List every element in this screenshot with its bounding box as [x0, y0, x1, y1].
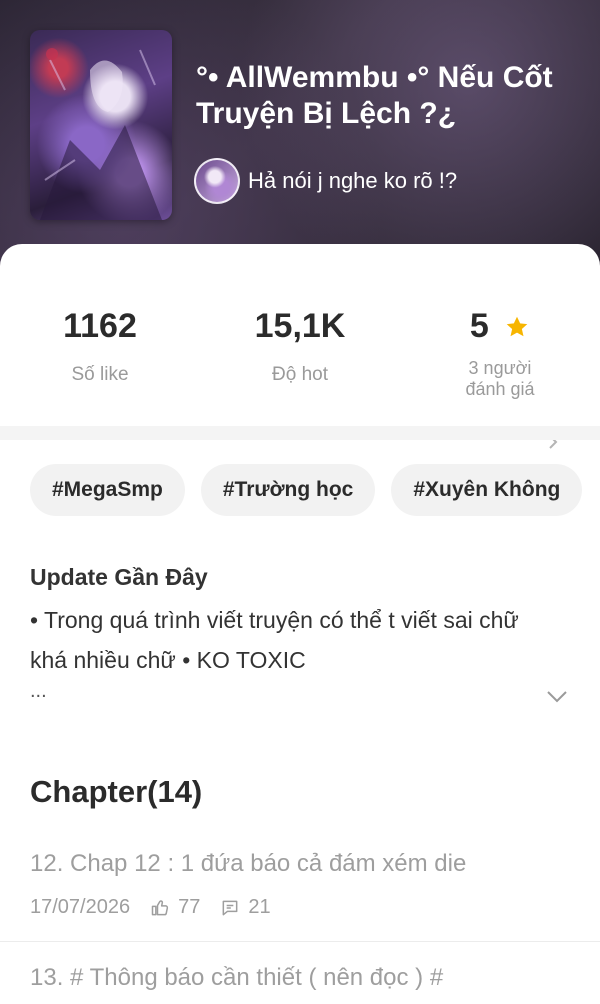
update-body: • Trong quá trình viết truyện có thể t v… [30, 607, 519, 673]
tag-list: #MegaSmp #Trường học #Xuyên Không [30, 464, 583, 516]
chapter-item[interactable]: 12. Chap 12 : 1 đứa báo cả đám xém die 1… [30, 850, 590, 919]
chapter-meta: 17/07/2026 77 21 [30, 896, 590, 919]
likes-label: Số like [71, 364, 129, 385]
stat-likes: 1162 Số like [0, 304, 200, 386]
chapter-list-heading: Chapter(14) [30, 774, 203, 809]
likes-count: 1162 [63, 307, 137, 345]
hot-count: 15,1K [254, 307, 346, 345]
story-header: °• AllWemmbu •° Nếu Cốt Truyện Bị Lệch ?… [0, 0, 600, 270]
chapter-title: 12. Chap 12 : 1 đứa báo cả đám xém die [30, 850, 467, 877]
tag-chip[interactable]: #Xuyên Không [391, 464, 583, 516]
comment-icon [222, 900, 238, 915]
author-link[interactable]: Hả nói j nghe ko rõ !? [194, 158, 457, 204]
update-heading: Update Gần Đây [30, 564, 208, 590]
rating-label-line1: 3 người [468, 358, 532, 378]
section-divider [0, 426, 600, 440]
story-cover-image [30, 30, 172, 220]
thumbs-up-icon [151, 899, 169, 915]
tag-chip[interactable]: #MegaSmp [30, 464, 185, 516]
rating-value: 5 [469, 307, 489, 345]
stat-hot: 15,1K Độ hot [200, 304, 400, 386]
tag-chip[interactable]: #Trường học [200, 464, 376, 516]
chapter-item[interactable]: 13. # Thông báo cần thiết ( nên đọc ) # [30, 964, 590, 992]
update-ellipsis: ... [30, 680, 47, 702]
hot-label: Độ hot [272, 364, 328, 385]
chapter-likes: 77 [178, 896, 201, 918]
story-details-card: 1162 Số like 15,1K Độ hot 5 3 người đánh… [0, 244, 600, 1004]
chapter-date: 17/07/2026 [30, 896, 131, 918]
rating-label-line2: đánh giá [465, 379, 535, 399]
stats-row: 1162 Số like 15,1K Độ hot 5 3 người đánh… [0, 304, 600, 449]
story-title: °• AllWemmbu •° Nếu Cốt Truyện Bị Lệch ?… [196, 61, 553, 130]
chevron-down-icon[interactable] [546, 690, 568, 709]
chapter-comments: 21 [248, 896, 271, 918]
author-name: Hả nói j nghe ko rõ !? [248, 168, 458, 193]
chapter-title: 13. # Thông báo cần thiết ( nên đọc ) # [30, 964, 444, 991]
list-divider [0, 941, 600, 942]
author-avatar [194, 158, 240, 204]
star-icon [504, 307, 530, 351]
stat-rating[interactable]: 5 3 người đánh giá [400, 304, 600, 400]
